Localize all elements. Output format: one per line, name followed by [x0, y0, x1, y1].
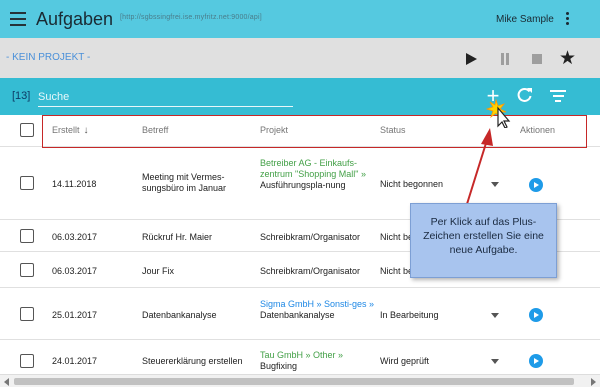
play-button-icon[interactable] — [529, 354, 543, 368]
refresh-icon[interactable] — [516, 87, 534, 105]
project-selector[interactable]: - KEIN PROJEKT - — [6, 52, 90, 63]
filter-icon[interactable] — [549, 87, 567, 105]
row-subject: Meeting mit Vermes-sungsbüro im Januar — [142, 172, 227, 193]
dropdown-caret-icon[interactable] — [491, 359, 499, 364]
project-link-company[interactable]: Sigma GmbH » Sonsti-ges » — [260, 299, 374, 309]
row-project: Tau GmbH » Other » Bugfixing — [260, 350, 378, 372]
row-subject: Jour Fix — [142, 266, 175, 276]
search-input[interactable] — [38, 87, 293, 107]
task-count: [13] — [12, 90, 31, 102]
row-status: Nicht begonnen — [380, 179, 444, 189]
row-date: 14.11.2018 — [52, 179, 97, 189]
api-url: [http://sgbssingfrei.ise.myfritz.net:900… — [120, 14, 262, 21]
dropdown-caret-icon[interactable] — [491, 182, 499, 187]
project-phase: Bugfixing — [260, 361, 298, 371]
row-checkbox[interactable] — [20, 354, 34, 368]
row-date: 06.03.2017 — [52, 232, 98, 242]
pause-icon[interactable] — [496, 50, 514, 68]
row-status: Nicht be — [380, 266, 410, 276]
annotation-callout: Per Klick auf das Plus-Zeichen erstellen… — [410, 203, 557, 278]
star-icon[interactable]: ★ — [559, 49, 577, 68]
row-project: Sigma GmbH » Sonsti-ges » Datenbankanaly… — [260, 299, 378, 321]
row-subject: Datenbankanalyse — [142, 310, 217, 320]
project-phase: Datenbankanalyse — [260, 310, 335, 320]
row-date: 25.01.2017 — [52, 310, 98, 320]
row-date: 24.01.2017 — [52, 356, 98, 366]
user-name[interactable]: Mike Sample — [496, 14, 554, 25]
cursor-icon — [485, 98, 516, 129]
app-bar: Aufgaben [http://sgbssingfrei.ise.myfrit… — [0, 0, 600, 38]
scroll-left-icon[interactable] — [4, 378, 9, 386]
table-row[interactable]: 24.01.2017 Steuererklärung erstellen Tau… — [0, 340, 600, 374]
dropdown-caret-icon[interactable] — [491, 313, 499, 318]
row-project: Betreiber AG - Einkaufs-zentrum "Shoppin… — [260, 158, 376, 191]
row-date: 06.03.2017 — [52, 266, 98, 276]
row-subject: Rückruf Hr. Maier — [142, 232, 213, 242]
play-button-icon[interactable] — [529, 178, 543, 192]
row-status: Nicht be — [380, 232, 410, 242]
row-checkbox[interactable] — [20, 263, 34, 277]
scrollbar-thumb[interactable] — [14, 378, 574, 385]
project-bar: - KEIN PROJEKT - ★ — [0, 38, 600, 78]
row-project: Schreibkram/Organisator — [260, 232, 361, 242]
project-link-company[interactable]: Tau GmbH » Other » — [260, 350, 343, 360]
row-project: Schreibkram/Organisator — [260, 266, 361, 276]
select-all-checkbox[interactable] — [20, 123, 34, 137]
row-status: In Bearbeitung — [380, 310, 439, 320]
table-row[interactable]: 25.01.2017 Datenbankanalyse Sigma GmbH »… — [0, 288, 600, 340]
row-subject: Steuererklärung erstellen — [142, 356, 243, 366]
horizontal-scrollbar[interactable] — [0, 374, 600, 387]
row-checkbox[interactable] — [20, 307, 34, 321]
kebab-menu-icon[interactable] — [564, 12, 570, 28]
row-status: Wird geprüft — [380, 356, 430, 366]
project-phase: Ausführungspla-nung — [260, 180, 346, 190]
play-icon[interactable] — [463, 50, 481, 68]
stop-icon[interactable] — [528, 50, 546, 68]
project-link[interactable]: Betreiber AG - Einkaufs-zentrum "Shoppin… — [260, 158, 366, 179]
menu-icon[interactable] — [10, 12, 26, 26]
page-title: Aufgaben — [36, 9, 114, 29]
scroll-right-icon[interactable] — [591, 378, 596, 386]
row-checkbox[interactable] — [20, 176, 34, 190]
row-checkbox[interactable] — [20, 229, 34, 243]
play-button-icon[interactable] — [529, 308, 543, 322]
